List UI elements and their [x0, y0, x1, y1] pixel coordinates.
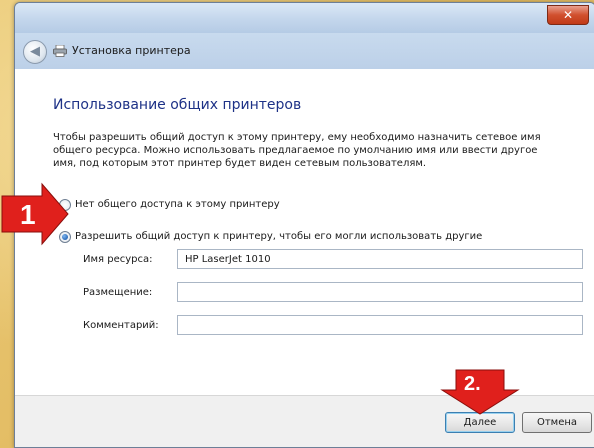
description-text: Чтобы разрешить общий доступ к этому при…	[53, 132, 541, 169]
title-bar: ✕	[15, 3, 594, 33]
location-label: Размещение:	[83, 287, 153, 298]
share-name-label: Имя ресурса:	[83, 254, 153, 265]
step-2-arrow-marker: 2.	[440, 369, 520, 415]
printer-icon	[53, 45, 67, 57]
location-input[interactable]	[177, 282, 583, 302]
page-title: Использование общих принтеров	[53, 97, 302, 113]
comment-input[interactable]	[177, 315, 583, 335]
step-1-arrow-marker: 1	[1, 182, 69, 246]
wizard-content: Использование общих принтеров Чтобы разр…	[15, 69, 594, 395]
no-share-label[interactable]: Нет общего доступа к этому принтеру	[75, 199, 280, 210]
nav-title: Установка принтера	[72, 44, 191, 57]
close-button[interactable]: ✕	[547, 5, 589, 25]
share-name-input[interactable]	[177, 249, 583, 269]
share-label[interactable]: Разрешить общий доступ к принтеру, чтобы…	[75, 231, 482, 242]
back-button[interactable]: ◀	[23, 40, 47, 64]
comment-label: Комментарий:	[83, 320, 159, 331]
cancel-button[interactable]: Отмена	[522, 412, 592, 433]
step-2-number: 2.	[464, 373, 481, 395]
step-1-number: 1	[20, 199, 36, 230]
navigation-bar: ◀ Установка принтера	[15, 33, 594, 69]
